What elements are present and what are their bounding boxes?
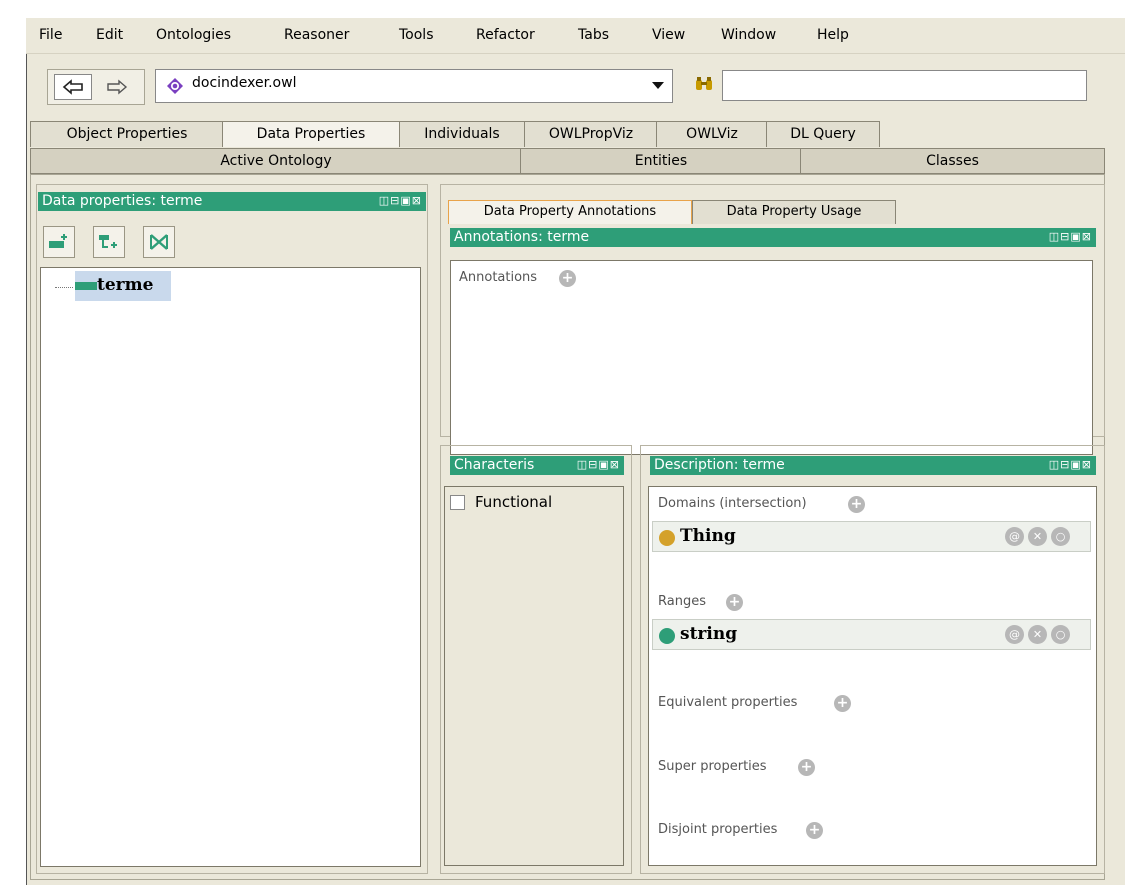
menu-tabs[interactable]: Tabs xyxy=(578,27,609,43)
range-row-string[interactable]: string @ ✕ ○ xyxy=(652,619,1091,650)
tree-item-terme[interactable]: terme xyxy=(75,271,171,301)
view-title: Data properties: terme xyxy=(42,193,203,209)
menu-view[interactable]: View xyxy=(652,27,685,43)
domain-row-thing[interactable]: Thing @ ✕ ○ xyxy=(652,521,1091,552)
menu-refactor[interactable]: Refactor xyxy=(476,27,535,43)
chevron-down-icon[interactable] xyxy=(652,82,664,90)
edit-icon[interactable]: ○ xyxy=(1051,527,1070,546)
domains-label: Domains (intersection) xyxy=(658,496,807,511)
menu-ontologies[interactable]: Ontologies xyxy=(156,27,231,43)
ontology-icon xyxy=(167,78,183,94)
add-super-icon[interactable]: + xyxy=(798,759,815,776)
tab-data-properties[interactable]: Data Properties xyxy=(222,121,400,147)
menu-reasoner[interactable]: Reasoner xyxy=(284,27,349,43)
add-sub-property-icon xyxy=(49,234,67,248)
menu-tools[interactable]: Tools xyxy=(399,27,434,43)
functional-checkbox[interactable] xyxy=(450,495,465,510)
annotations-list: Annotations + xyxy=(450,260,1093,455)
ontology-selector[interactable]: docindexer.owl xyxy=(155,69,673,103)
tab-individuals[interactable]: Individuals xyxy=(398,121,526,147)
data-property-icon xyxy=(75,282,97,290)
forward-button[interactable] xyxy=(98,74,136,100)
view-title: Characteris xyxy=(454,457,535,473)
property-tree: terme xyxy=(40,267,421,867)
view-title: Annotations: terme xyxy=(454,229,590,245)
add-sibling-property-icon xyxy=(99,235,117,248)
menu-bar: File Edit Ontologies Reasoner Tools Refa… xyxy=(26,18,1125,54)
navigation-group xyxy=(47,69,145,105)
menu-file[interactable]: File xyxy=(39,27,62,43)
menu-edit[interactable]: Edit xyxy=(96,27,123,43)
datatype-icon xyxy=(659,628,675,644)
add-range-icon[interactable]: + xyxy=(726,594,743,611)
tree-item-label: terme xyxy=(97,275,154,295)
binoculars-icon[interactable] xyxy=(692,74,716,98)
search-input[interactable] xyxy=(722,70,1087,101)
data-properties-header: Data properties: terme ◫⊟▣⊠ xyxy=(38,192,426,211)
tab-data-property-annotations[interactable]: Data Property Annotations xyxy=(448,200,692,224)
characteristics-header: Characteris ◫⊟▣⊠ xyxy=(450,456,624,475)
add-annotation-icon[interactable]: + xyxy=(559,270,576,287)
tab-data-property-usage[interactable]: Data Property Usage xyxy=(692,200,896,224)
tab-entities[interactable]: Entities xyxy=(520,148,802,174)
super-properties-label: Super properties xyxy=(658,759,767,774)
view-title: Description: terme xyxy=(654,457,785,473)
tab-active-ontology[interactable]: Active Ontology xyxy=(30,148,522,174)
menu-help[interactable]: Help xyxy=(817,27,849,43)
annotations-label: Annotations xyxy=(459,270,538,285)
back-button[interactable] xyxy=(54,74,92,100)
annotate-icon[interactable]: @ xyxy=(1005,625,1024,644)
tab-object-properties[interactable]: Object Properties xyxy=(30,121,224,147)
view-controls[interactable]: ◫⊟▣⊠ xyxy=(576,459,620,471)
description-header: Description: terme ◫⊟▣⊠ xyxy=(650,456,1096,475)
add-sub-property-button[interactable] xyxy=(43,226,75,258)
delete-icon[interactable]: ✕ xyxy=(1028,625,1047,644)
annotate-icon[interactable]: @ xyxy=(1005,527,1024,546)
delete-icon xyxy=(150,234,168,250)
menu-window[interactable]: Window xyxy=(721,27,776,43)
tab-classes[interactable]: Classes xyxy=(800,148,1105,174)
view-controls[interactable]: ◫⊟▣⊠ xyxy=(1049,459,1092,471)
domain-value: Thing xyxy=(680,526,736,546)
view-controls[interactable]: ◫⊟▣⊠ xyxy=(1049,231,1092,243)
characteristics-list: Functional xyxy=(444,486,624,866)
tab-owlpropviz[interactable]: OWLPropViz xyxy=(524,121,658,147)
add-sibling-property-button[interactable] xyxy=(93,226,125,258)
tree-connector xyxy=(55,287,73,288)
add-disjoint-icon[interactable]: + xyxy=(806,822,823,839)
edit-icon[interactable]: ○ xyxy=(1051,625,1070,644)
ontology-name: docindexer.owl xyxy=(192,75,297,91)
add-equivalent-icon[interactable]: + xyxy=(834,695,851,712)
ranges-label: Ranges xyxy=(658,594,706,609)
add-domain-icon[interactable]: + xyxy=(848,496,865,513)
delete-icon[interactable]: ✕ xyxy=(1028,527,1047,546)
tab-dl-query[interactable]: DL Query xyxy=(766,121,880,147)
class-icon xyxy=(659,530,675,546)
tab-owlviz[interactable]: OWLViz xyxy=(656,121,768,147)
arrow-left-icon xyxy=(62,79,83,95)
arrow-right-icon xyxy=(107,79,128,95)
delete-property-button[interactable] xyxy=(143,226,175,258)
view-controls[interactable]: ◫⊟▣⊠ xyxy=(379,195,422,207)
range-value: string xyxy=(680,624,738,644)
annotations-header: Annotations: terme ◫⊟▣⊠ xyxy=(450,228,1096,247)
equivalent-properties-label: Equivalent properties xyxy=(658,695,798,710)
disjoint-properties-label: Disjoint properties xyxy=(658,822,778,837)
functional-label: Functional xyxy=(475,493,553,511)
